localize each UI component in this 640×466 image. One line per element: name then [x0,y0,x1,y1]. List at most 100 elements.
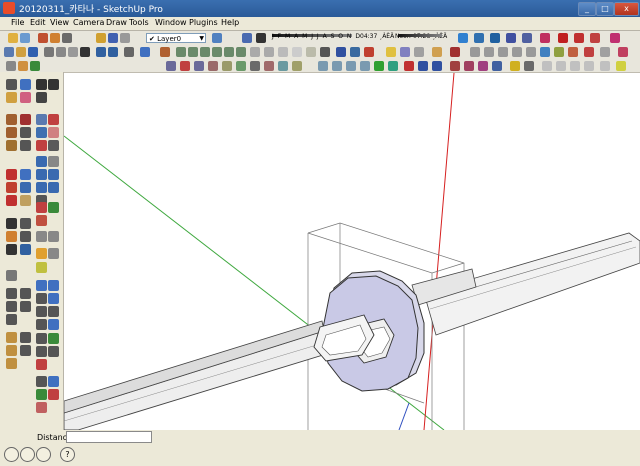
menu-view[interactable]: View [50,18,69,27]
circle-icon[interactable] [470,47,480,57]
curve-tool-1-icon[interactable] [36,293,47,304]
move-tool-icon[interactable] [36,114,47,125]
solid-split-icon[interactable] [222,61,232,71]
solid-tool-5-icon[interactable] [6,195,17,206]
menu-edit[interactable]: Edit [30,18,46,27]
drape-icon[interactable] [364,47,374,57]
plugin-tool-2-icon[interactable] [278,61,288,71]
measurements-input[interactable] [66,431,152,443]
user-icon[interactable] [36,447,51,462]
components-tool-icon[interactable] [36,248,47,259]
component-attributes-icon[interactable] [432,61,442,71]
entity-info-icon[interactable] [108,33,118,43]
curve-tool-6-icon[interactable] [48,319,59,330]
section-tool-icon[interactable] [20,244,31,255]
materials-icon[interactable] [96,33,106,43]
explode-tool-icon[interactable] [20,288,31,299]
solid-subtract-icon[interactable] [180,61,190,71]
make-component-icon[interactable] [20,79,31,90]
geo-location-icon[interactable] [4,447,19,462]
outliner-tool-icon[interactable] [48,248,59,259]
polygon-icon[interactable] [498,47,508,57]
face-tool-1-icon[interactable] [6,332,17,343]
layer-dropdown[interactable]: ✔ Layer0 ▼ [146,33,206,43]
look-around-tool-icon[interactable] [36,215,47,226]
sandbox-smoove-icon[interactable] [336,47,346,57]
model-info-icon[interactable] [140,47,150,57]
toggle-terrain-icon[interactable] [332,61,342,71]
footprints-icon[interactable] [48,79,59,90]
curve-tool-4-icon[interactable] [48,306,59,317]
dimension-tool-icon-2[interactable] [6,218,17,229]
styles-tool-icon[interactable] [36,262,47,273]
save-icon[interactable] [28,47,38,57]
position-tool-icon[interactable] [48,202,59,213]
curve-tool-5-icon[interactable] [36,319,47,330]
offset-tool-icon[interactable] [48,140,59,151]
curve-tool-2-icon[interactable] [48,293,59,304]
redo-icon[interactable] [108,47,118,57]
text-tool-icon[interactable] [506,33,516,43]
front-view-icon[interactable] [200,47,210,57]
bezier-tool-2-icon[interactable] [48,333,59,344]
copy-icon[interactable] [56,47,66,57]
credits-icon[interactable] [20,447,35,462]
walk-tool-active-icon[interactable] [36,202,47,213]
soften-tool-icon[interactable] [6,244,17,255]
rotate-tool-icon[interactable] [36,127,47,138]
tape-measure-icon[interactable] [36,79,47,90]
arc-icon[interactable] [484,47,494,57]
pencil-icon[interactable] [450,47,460,57]
move-icon[interactable] [540,47,550,57]
menu-file[interactable]: File [11,18,24,27]
top-view-icon[interactable] [188,47,198,57]
left-view-icon[interactable] [236,47,246,57]
scale-tool-icon[interactable] [36,140,47,151]
place-model-icon[interactable] [346,61,356,71]
add-detail-icon[interactable] [386,47,396,57]
google-earth-icon[interactable] [318,61,328,71]
spline-tool-1-icon[interactable] [36,376,47,387]
text-label-tool-icon[interactable] [20,218,31,229]
offset-icon[interactable] [574,33,584,43]
zoom-window-icon[interactable] [48,169,59,180]
face-tool-2-icon[interactable] [20,332,31,343]
freehand-tool-icon[interactable] [20,140,31,151]
plugin-panel-3-icon[interactable] [570,61,580,71]
outer-shell-icon[interactable] [236,61,246,71]
help-icon[interactable]: ? [60,447,75,462]
eye-icon[interactable] [36,92,47,103]
close-button[interactable]: x [614,2,639,16]
solid-union-icon[interactable] [166,61,176,71]
face-tool-5-icon[interactable] [6,358,17,369]
paint-bucket-icon[interactable] [6,92,17,103]
plugin-panel-4-icon[interactable] [584,61,594,71]
solid-trim-icon[interactable] [194,61,204,71]
spline-tool-4-icon[interactable] [48,389,59,400]
plugin-panel-2-icon[interactable] [556,61,566,71]
hide-tool-icon[interactable] [6,301,17,312]
solid-tool-6-icon[interactable] [20,195,31,206]
position-camera-icon[interactable] [6,61,16,71]
settings-icon[interactable] [524,61,534,71]
right-view-icon[interactable] [212,47,222,57]
erase-icon[interactable] [80,47,90,57]
back-view-icon[interactable] [224,47,234,57]
spline-tool-5-icon[interactable] [36,402,47,413]
shaded-icon[interactable] [292,47,302,57]
unhide-tool-icon[interactable] [20,301,31,312]
component-options-icon[interactable] [418,61,428,71]
shadow-settings-icon[interactable] [242,33,252,43]
zoom-extents-icon[interactable] [36,182,47,193]
hidden-line-icon[interactable] [278,47,288,57]
section-fill-icon[interactable] [464,61,474,71]
add-location-icon[interactable] [374,61,384,71]
outliner-icon[interactable] [120,33,130,43]
eraser-icon[interactable] [20,92,31,103]
stamp-icon[interactable] [350,47,360,57]
plugin-panel-5-icon[interactable] [600,61,610,71]
dimension-tool-icon[interactable] [474,33,484,43]
axes-tool-icon[interactable] [522,33,532,43]
menu-draw[interactable]: Draw [106,18,127,27]
solid-tool-2-icon[interactable] [20,169,31,180]
